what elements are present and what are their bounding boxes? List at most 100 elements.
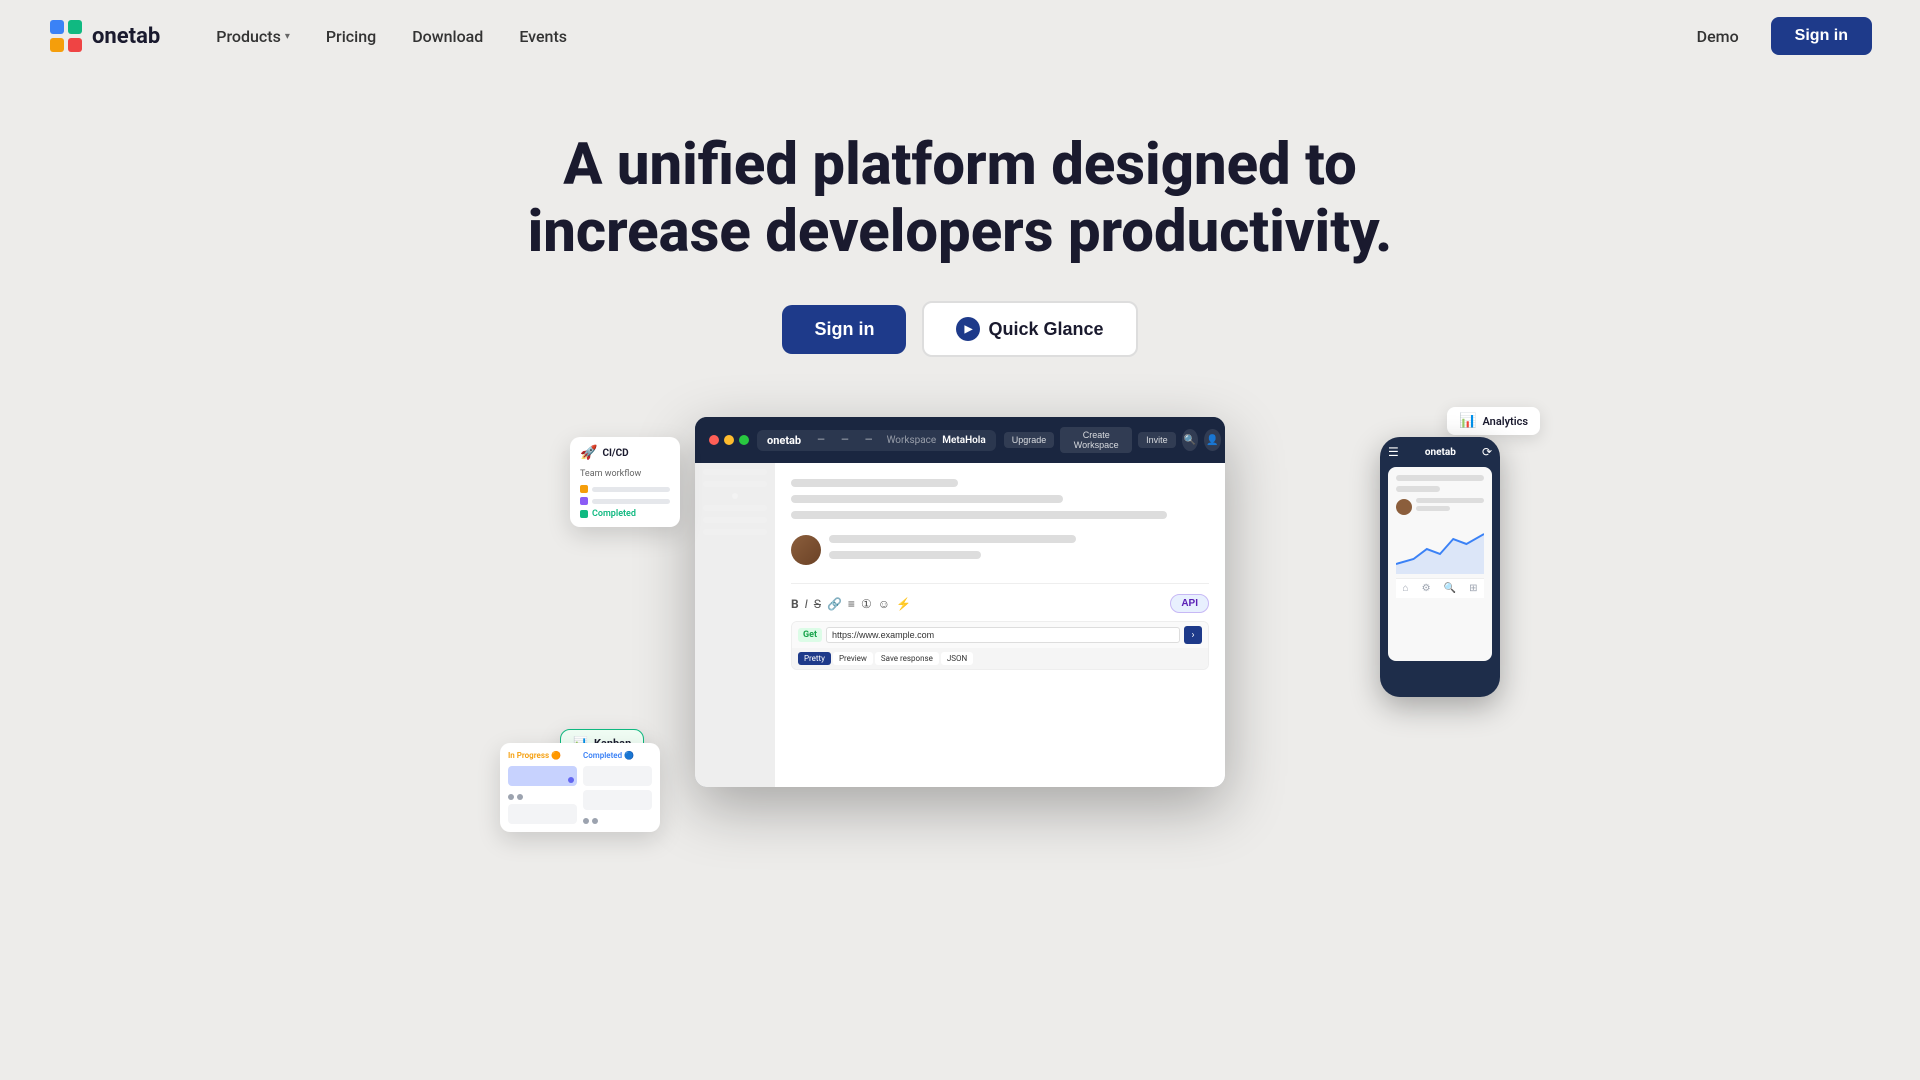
api-url-input[interactable] (826, 627, 1180, 643)
content-line (829, 551, 981, 559)
hero-signin-button[interactable]: Sign in (782, 305, 906, 354)
search-icon[interactable]: 🔍 (1182, 429, 1199, 451)
analytics-badge: 📊 Analytics (1447, 407, 1540, 435)
editor-toolbar: B I S 🔗 ≡ ① ☺ ⚡ API (791, 583, 1209, 613)
nav-events[interactable]: Events (503, 19, 583, 54)
board-dots (583, 818, 652, 824)
phone-line (1416, 506, 1450, 511)
browser-address-bar: onetab — — — Workspace MetaHola (757, 430, 996, 451)
team-workflow-label: Team workflow (580, 469, 670, 479)
board-card (508, 766, 577, 786)
create-workspace-button[interactable]: Create Workspace (1060, 427, 1132, 453)
board-card (583, 766, 652, 786)
content-line (791, 495, 1063, 503)
search-icon[interactable]: ⚙ (1422, 583, 1431, 594)
traffic-light-fullscreen[interactable] (739, 435, 749, 445)
traffic-light-close[interactable] (709, 435, 719, 445)
phone-content: ⌂ ⚙ 🔍 ⊞ (1388, 467, 1492, 661)
nav-pricing[interactable]: Pricing (310, 19, 392, 54)
content-line (829, 535, 1076, 543)
api-tabs: Pretty Preview Save response JSON (792, 648, 1208, 669)
phone-line (1416, 498, 1484, 503)
traffic-light-minimize[interactable] (724, 435, 734, 445)
sidebar-line (703, 529, 767, 535)
play-icon: ▶ (956, 317, 980, 341)
browser-nav: — — — (817, 435, 872, 446)
italic-icon[interactable]: I (805, 597, 808, 611)
invite-button[interactable]: Invite (1138, 432, 1176, 448)
cicd-title: CI/CD (602, 448, 628, 459)
browser-window: onetab — — — Workspace MetaHola Upgrade … (695, 417, 1225, 787)
card-dot (568, 777, 574, 783)
phone-logo: onetab (1425, 447, 1456, 458)
sidebar-line (703, 469, 767, 475)
analytics-label: Analytics (1482, 415, 1528, 428)
emoji-icon[interactable]: ☺ (878, 597, 890, 611)
more-icon[interactable]: ⚡ (896, 597, 911, 611)
cicd-line (592, 487, 670, 492)
link-icon[interactable]: 🔗 (827, 597, 842, 611)
ordered-list-icon[interactable]: ① (861, 597, 872, 611)
workspace-label: Workspace (887, 435, 937, 446)
list-icon[interactable]: ≡ (848, 597, 855, 611)
completed-label: Completed 🔵 (583, 751, 652, 760)
user-avatar (791, 535, 821, 565)
status-dot-green (580, 510, 588, 518)
mini-dot (592, 818, 598, 824)
phone-avatar (1396, 499, 1412, 515)
phone-bottom-nav: ⌂ ⚙ 🔍 ⊞ (1396, 578, 1484, 598)
status-dot-yellow (580, 485, 588, 493)
comment-row (791, 535, 1209, 567)
nav-download[interactable]: Download (396, 19, 499, 54)
analytics-icon: 📊 (1459, 413, 1476, 429)
sidebar-line (703, 481, 767, 487)
cicd-items: Completed (580, 485, 670, 519)
bold-icon[interactable]: B (791, 597, 799, 611)
hero-quickglance-button[interactable]: ▶ Quick Glance (922, 301, 1137, 357)
tab-save-response[interactable]: Save response (875, 652, 939, 665)
phone-chart (1396, 524, 1484, 574)
chevron-down-icon: ▾ (285, 31, 290, 42)
board-dots (508, 794, 577, 800)
tab-preview[interactable]: Preview (833, 652, 873, 665)
tab-pretty[interactable]: Pretty (798, 652, 831, 665)
search-phone-icon[interactable]: 🔍 (1444, 583, 1456, 594)
signin-nav-button[interactable]: Sign in (1771, 17, 1872, 55)
http-method-badge[interactable]: Get (798, 628, 822, 642)
cicd-item-1 (580, 485, 670, 493)
sidebar-line (703, 505, 767, 511)
cicd-card: 🚀 CI/CD Team workflow Completed (570, 437, 680, 527)
completed-label: Completed (592, 509, 636, 519)
browser-nav-item: — (841, 435, 849, 446)
mockup-area: onetab — — — Workspace MetaHola Upgrade … (0, 417, 1920, 837)
navbar: onetab Products ▾ Pricing Download Event… (0, 0, 1920, 72)
upgrade-button[interactable]: Upgrade (1004, 432, 1055, 448)
api-button[interactable]: API (1170, 594, 1209, 613)
mobile-phone: ☰ onetab ⟳ ⌂ (1380, 437, 1500, 697)
nav-right: Demo Sign in (1681, 17, 1872, 55)
nav-products[interactable]: Products ▾ (200, 19, 306, 54)
grid-icon[interactable]: ⊞ (1469, 583, 1477, 594)
board-card (583, 790, 652, 810)
browser-logo: onetab (767, 434, 801, 447)
logo[interactable]: onetab (48, 18, 160, 54)
strikethrough-icon[interactable]: S (814, 597, 821, 611)
avatar[interactable]: 👤 (1204, 429, 1221, 451)
demo-button[interactable]: Demo (1681, 19, 1755, 54)
board-col-in-progress (508, 766, 577, 824)
browser-nav-item: — (865, 435, 873, 446)
phone-header: ☰ onetab ⟳ (1388, 445, 1492, 459)
api-send-button[interactable]: › (1184, 626, 1202, 644)
nav-links: Products ▾ Pricing Download Events (200, 19, 1680, 54)
home-icon[interactable]: ⌂ (1403, 583, 1409, 594)
sidebar-line (703, 517, 767, 523)
browser-main-content: B I S 🔗 ≡ ① ☺ ⚡ API Get › (775, 463, 1225, 787)
phone-line (1396, 486, 1440, 492)
mini-dot (517, 794, 523, 800)
phone-line (1396, 475, 1484, 481)
cicd-line (592, 499, 670, 504)
mini-dot (508, 794, 514, 800)
api-row: Get › (792, 622, 1208, 648)
tab-json[interactable]: JSON (941, 652, 973, 665)
phone-user-row (1396, 498, 1484, 516)
